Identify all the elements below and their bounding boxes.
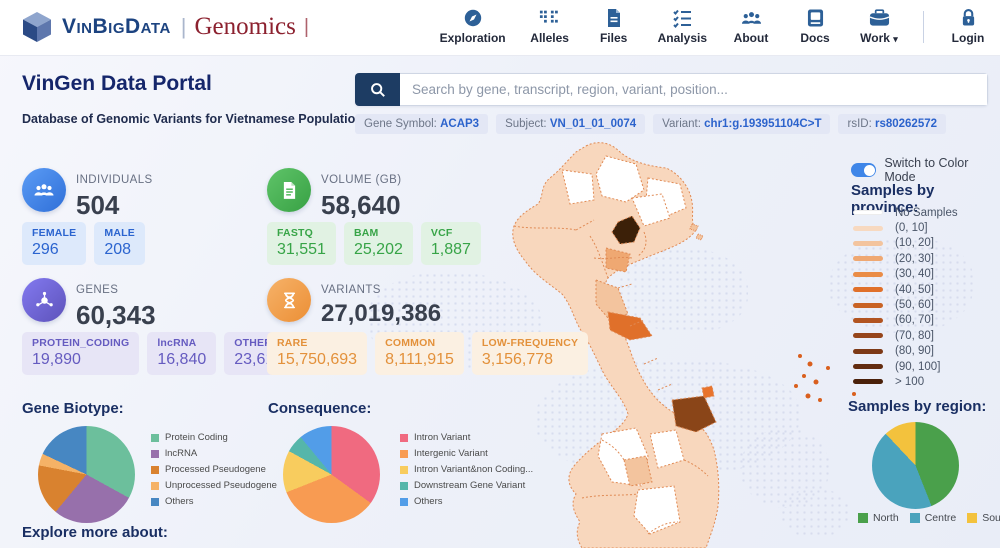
tag-rsid[interactable]: rsID: rs80262572 [838,114,946,134]
quick-search-tags: Gene Symbol: ACAP3 Subject: VN_01_01_007… [355,114,946,134]
variants-value: 27,019,386 [321,300,441,328]
file-icon [606,8,622,28]
lock-icon [961,8,976,28]
page-title: VinGen Data Portal [22,72,212,96]
brand-product: Genomics [195,13,296,41]
province-dark-brown [672,396,716,432]
nav-item-exploration[interactable]: Exploration [440,8,506,45]
nav-item-work[interactable]: Work ▾ [859,8,899,45]
volume-label: VOLUME (GB) [321,174,401,186]
badge-fastq: FASTQ31,551 [267,222,336,265]
nav-item-alleles[interactable]: Alleles [530,8,570,45]
individuals-label: INDIVIDUALS [76,174,153,186]
nav-item-files[interactable]: Files [594,8,634,45]
nav-item-docs[interactable]: Docs [795,8,835,45]
consequence-title: Consequence: [268,400,371,417]
individuals-value: 504 [76,190,119,221]
genes-label: GENES [76,284,118,296]
people-icon [741,8,762,28]
islands [794,354,856,402]
variants-icon [267,278,311,322]
nav-item-analysis[interactable]: Analysis [658,8,707,45]
samples-by-region-title: Samples by region: [848,398,986,415]
badge-low-frequency: LOW-FREQUENCY3,156,778 [472,332,588,375]
region-legend: North Centre South [858,512,1000,524]
brand-logo[interactable]: VinBigData | Genomics | [20,10,309,44]
badge-female: FEMALE296 [22,222,86,265]
volume-value: 58,640 [321,190,401,221]
briefcase-icon [869,8,890,28]
gene-biotype-legend: Protein Coding lncRNA Processed Pseudoge… [151,432,277,512]
dots-grid-icon [539,8,561,28]
nav-menu: Exploration Alleles Files Analysis [440,8,988,45]
gene-biotype-title: Gene Biotype: [22,400,124,417]
vinbigdata-cube-icon [20,10,54,44]
compass-icon [463,8,483,28]
consequence-legend: Intron Variant Intergenic Variant Intron… [400,432,533,512]
variants-badges: RARE15,750,693 COMMON8,111,915 LOW-FREQU… [267,332,588,375]
search-icon [370,82,386,98]
gene-biotype-pie [38,426,135,523]
explore-more-title: Explore more about: [22,524,168,541]
book-icon [807,8,824,28]
nav-item-login[interactable]: Login [948,8,988,45]
top-navbar: VinBigData | Genomics | Exploration Alle… [0,0,1000,56]
brand-company: VinBigData [62,15,171,39]
province-legend: No Samples (0, 10] (10, 20] (20, 30] (30… [853,205,958,390]
search-button[interactable] [355,73,400,106]
search-input[interactable] [400,73,988,106]
badge-rare: RARE15,750,693 [267,332,367,375]
individuals-badges: FEMALE296 MALE208 [22,222,145,265]
chevron-down-icon: ▾ [893,34,898,44]
brand-separator: | [304,16,309,39]
badge-lncrna: lncRNA16,840 [147,332,216,375]
samples-by-region-pie [872,422,959,509]
checklist-icon [672,8,692,28]
genes-icon [22,278,66,322]
brand-separator: | [181,14,187,40]
badge-male: MALE208 [94,222,145,265]
volume-badges: FASTQ31,551 BAM25,202 VCF1,887 [267,222,481,265]
tag-gene-symbol[interactable]: Gene Symbol: ACAP3 [355,114,488,134]
consequence-pie [283,426,380,523]
badge-vcf: VCF1,887 [421,222,481,265]
volume-icon [267,168,311,212]
nav-item-about[interactable]: About [731,8,771,45]
vingen-data-portal-page: { "brand": { "company": "VinBigData", "p… [0,0,1000,548]
badge-bam: BAM25,202 [344,222,413,265]
nav-divider [923,11,924,43]
genes-value: 60,343 [76,300,156,331]
color-mode-toggle[interactable]: Switch to Color Mode [851,156,1000,184]
individuals-icon [22,168,66,212]
toggle-switch-icon[interactable] [851,163,876,177]
page-subtitle: Database of Genomic Variants for Vietnam… [22,112,363,126]
tag-variant[interactable]: Variant: chr1:g.193951104C>T [653,114,830,134]
search-bar [355,73,988,106]
toggle-label: Switch to Color Mode [884,156,1000,184]
tag-subject[interactable]: Subject: VN_01_01_0074 [496,114,645,134]
badge-common: COMMON8,111,915 [375,332,464,375]
badge-protein-coding: PROTEIN_CODING19,890 [22,332,139,375]
variants-label: VARIANTS [321,284,381,296]
genes-badges: PROTEIN_CODING19,890 lncRNA16,840 OTHERS… [22,332,293,375]
